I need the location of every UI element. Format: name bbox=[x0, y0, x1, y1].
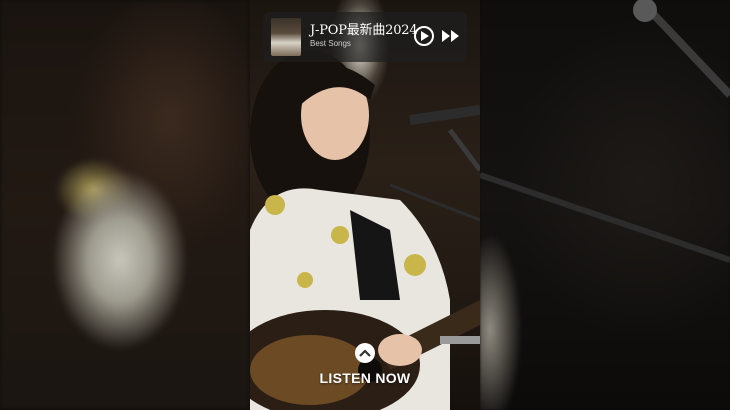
blurred-background-right bbox=[480, 0, 730, 410]
music-player-card[interactable]: J-POP最新曲2024 Best Songs bbox=[263, 12, 467, 62]
playlist-title: J-POP最新曲2024 bbox=[310, 23, 418, 38]
album-thumbnail bbox=[271, 18, 301, 56]
play-icon bbox=[421, 31, 429, 41]
fast-forward-icon[interactable] bbox=[442, 30, 460, 42]
chevron-up-icon bbox=[355, 343, 375, 363]
playlist-subtitle: Best Songs bbox=[310, 39, 351, 48]
blurred-background-left bbox=[0, 0, 250, 410]
listen-now-label[interactable]: LISTEN NOW bbox=[250, 370, 480, 386]
play-button[interactable] bbox=[414, 26, 434, 46]
listen-now-cta[interactable]: LISTEN NOW bbox=[250, 340, 480, 400]
